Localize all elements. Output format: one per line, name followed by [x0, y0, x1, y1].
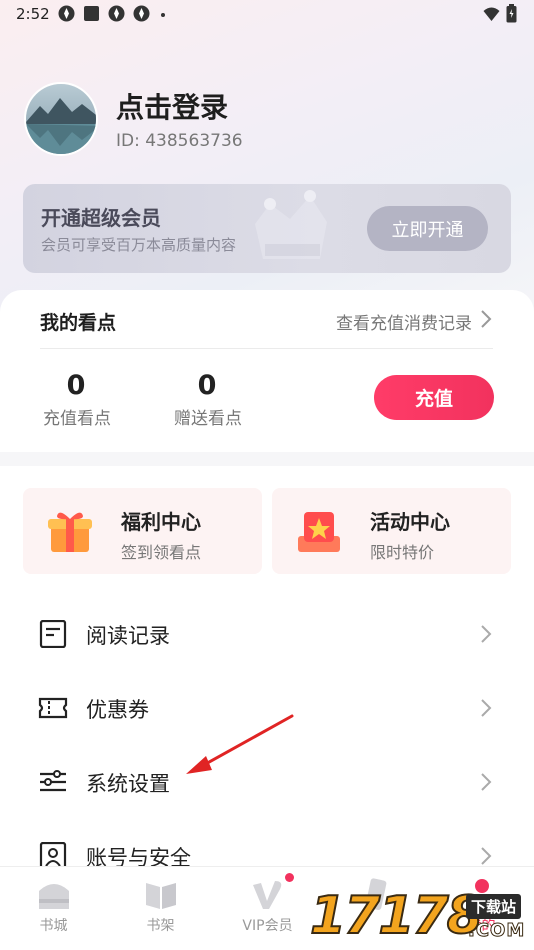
login-prompt[interactable]: 点击登录 [116, 86, 228, 126]
activate-vip-button[interactable]: 立即开通 [367, 206, 488, 251]
site-watermark: 17178 下载站 .COM [308, 880, 534, 950]
recharged-points-value: 0 [66, 370, 86, 401]
notification-square-icon [84, 6, 99, 21]
nav-label: 书架 [146, 918, 175, 934]
nav-vip[interactable]: VIP会员 [214, 867, 321, 950]
menu-label: 优惠券 [86, 698, 149, 722]
recharge-button[interactable]: 充值 [374, 375, 494, 420]
vip-badge-dot [285, 873, 294, 882]
coupon-icon [38, 697, 68, 719]
recharged-points-label: 充值看点 [43, 409, 111, 429]
annotation-arrow-icon [186, 714, 294, 774]
notification-app-icon-2 [108, 5, 125, 22]
bookshelf-icon [146, 883, 176, 909]
vip-subtitle: 会员可享受百万本高质量内容 [41, 236, 237, 254]
main-panel: 福利中心 签到领看点 活动中心 限时特价 阅读记录 优惠券 系统设置 账号与安全 [0, 466, 534, 886]
activity-center-card[interactable]: 活动中心 限时特价 [272, 488, 511, 574]
gift-points-label: 赠送看点 [174, 409, 242, 429]
welfare-center-subtitle: 签到领看点 [121, 543, 202, 562]
vip-icon [253, 881, 282, 909]
gift-icon [48, 512, 92, 552]
menu-label: 系统设置 [86, 772, 170, 796]
menu-label: 阅读记录 [86, 624, 170, 648]
gift-points-value: 0 [197, 370, 217, 401]
chevron-right-icon [481, 699, 492, 717]
activity-icon [298, 512, 340, 552]
welfare-center-card[interactable]: 福利中心 签到领看点 [23, 488, 262, 574]
watermark-badge: 下载站 [466, 894, 522, 919]
chevron-right-icon [481, 625, 492, 643]
settings-icon [40, 770, 66, 792]
vip-banner[interactable]: 开通超级会员 会员可享受百万本高质量内容 立即开通 [23, 184, 511, 273]
watermark-domain: .COM [467, 920, 526, 942]
menu-item-reading-record[interactable]: 阅读记录 [0, 596, 534, 670]
vip-title: 开通超级会员 [41, 206, 161, 230]
activity-center-subtitle: 限时特价 [370, 543, 435, 562]
chevron-right-icon [481, 310, 492, 328]
avatar[interactable] [24, 82, 98, 156]
reading-record-icon [39, 620, 67, 648]
header-background [0, 0, 534, 330]
recharge-record-link[interactable]: 查看充值消费记录 [336, 309, 472, 334]
user-id: ID: 438563736 [116, 131, 243, 151]
points-card: 我的看点 查看充值消费记录 0 充值看点 0 赠送看点 充值 [0, 290, 534, 452]
crown-decoration-icon [255, 190, 327, 259]
points-title: 我的看点 [40, 312, 117, 334]
notification-app-icon [58, 5, 75, 22]
activity-center-title: 活动中心 [370, 510, 450, 534]
notification-app-icon-3 [133, 5, 150, 22]
bookstore-icon [39, 884, 69, 909]
watermark-digits: 17178 [309, 885, 484, 947]
status-bar: 2:52 [0, 0, 534, 30]
chevron-right-icon [481, 773, 492, 791]
welfare-center-title: 福利中心 [121, 510, 201, 534]
battery-icon [506, 4, 517, 23]
nav-bookstore[interactable]: 书城 [0, 867, 107, 950]
nav-bookshelf[interactable]: 书架 [107, 867, 214, 950]
wifi-icon [483, 7, 500, 21]
nav-label: 书城 [39, 918, 68, 934]
nav-label: VIP会员 [242, 918, 293, 934]
divider [40, 348, 493, 349]
chevron-right-icon [481, 847, 492, 865]
status-time: 2:52 [16, 5, 50, 23]
more-notifications-dot [161, 13, 165, 17]
